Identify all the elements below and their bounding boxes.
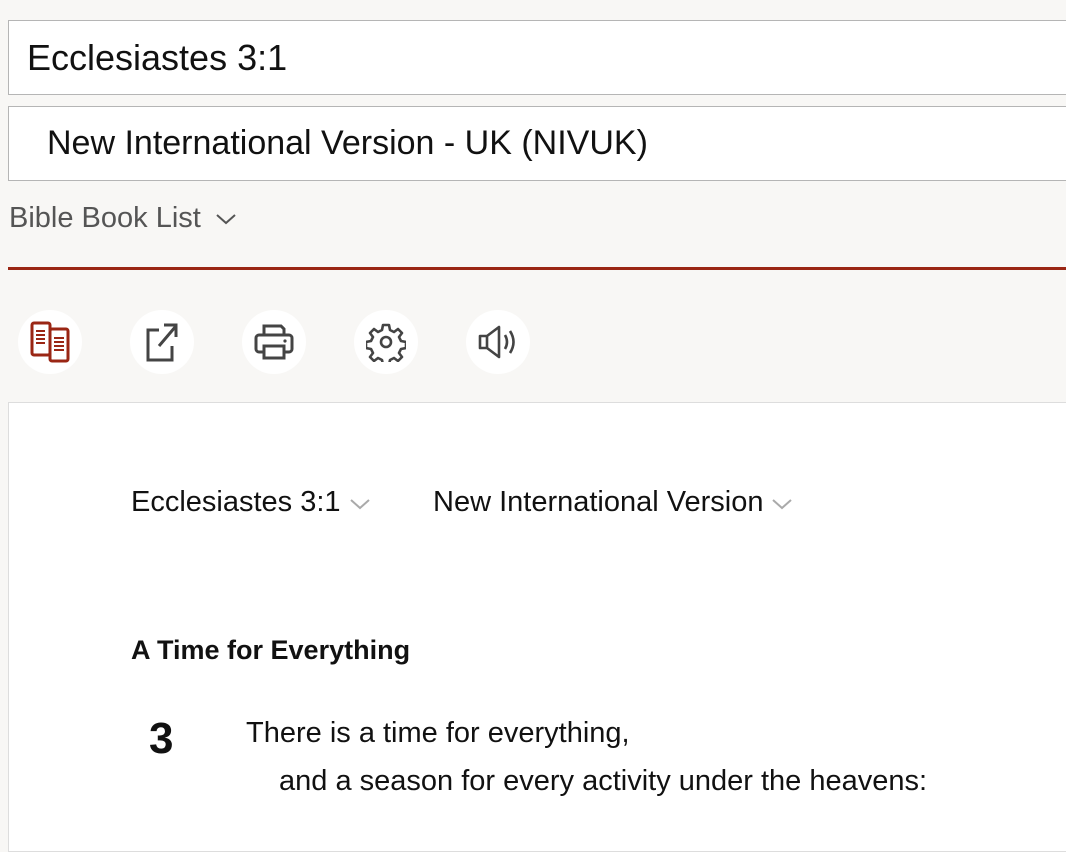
verse-line: and a season for every activity under th…	[279, 765, 928, 797]
passage-search-input[interactable]: Ecclesiastes 3:1	[8, 20, 1066, 95]
reference-dropdown[interactable]: Ecclesiastes 3:1	[131, 486, 371, 519]
print-icon	[254, 324, 294, 360]
share-button[interactable]	[130, 310, 194, 374]
parallel-icon	[30, 321, 70, 363]
bible-book-list-toggle[interactable]: Bible Book List	[9, 202, 237, 235]
settings-button[interactable]	[354, 310, 418, 374]
reference-label: Ecclesiastes 3:1	[131, 486, 341, 518]
print-button[interactable]	[242, 310, 306, 374]
passage-heading: A Time for Everything	[131, 635, 411, 665]
verse-line: There is a time for everything,	[246, 717, 630, 749]
version-dropdown[interactable]: New International Version	[433, 486, 793, 519]
audio-button[interactable]	[466, 310, 530, 374]
chevron-down-icon	[772, 498, 793, 509]
chapter-number: 3	[149, 714, 174, 763]
chevron-down-icon	[349, 498, 370, 509]
share-icon	[146, 323, 178, 362]
bible-book-list-label: Bible Book List	[9, 202, 201, 234]
speaker-icon	[478, 325, 515, 359]
divider	[8, 267, 1066, 270]
version-label: New International Version	[433, 486, 764, 518]
version-select[interactable]: New International Version - UK (NIVUK)	[8, 106, 1066, 181]
parallel-button[interactable]	[18, 310, 82, 374]
chevron-down-icon	[216, 213, 236, 224]
gear-icon	[366, 323, 406, 362]
